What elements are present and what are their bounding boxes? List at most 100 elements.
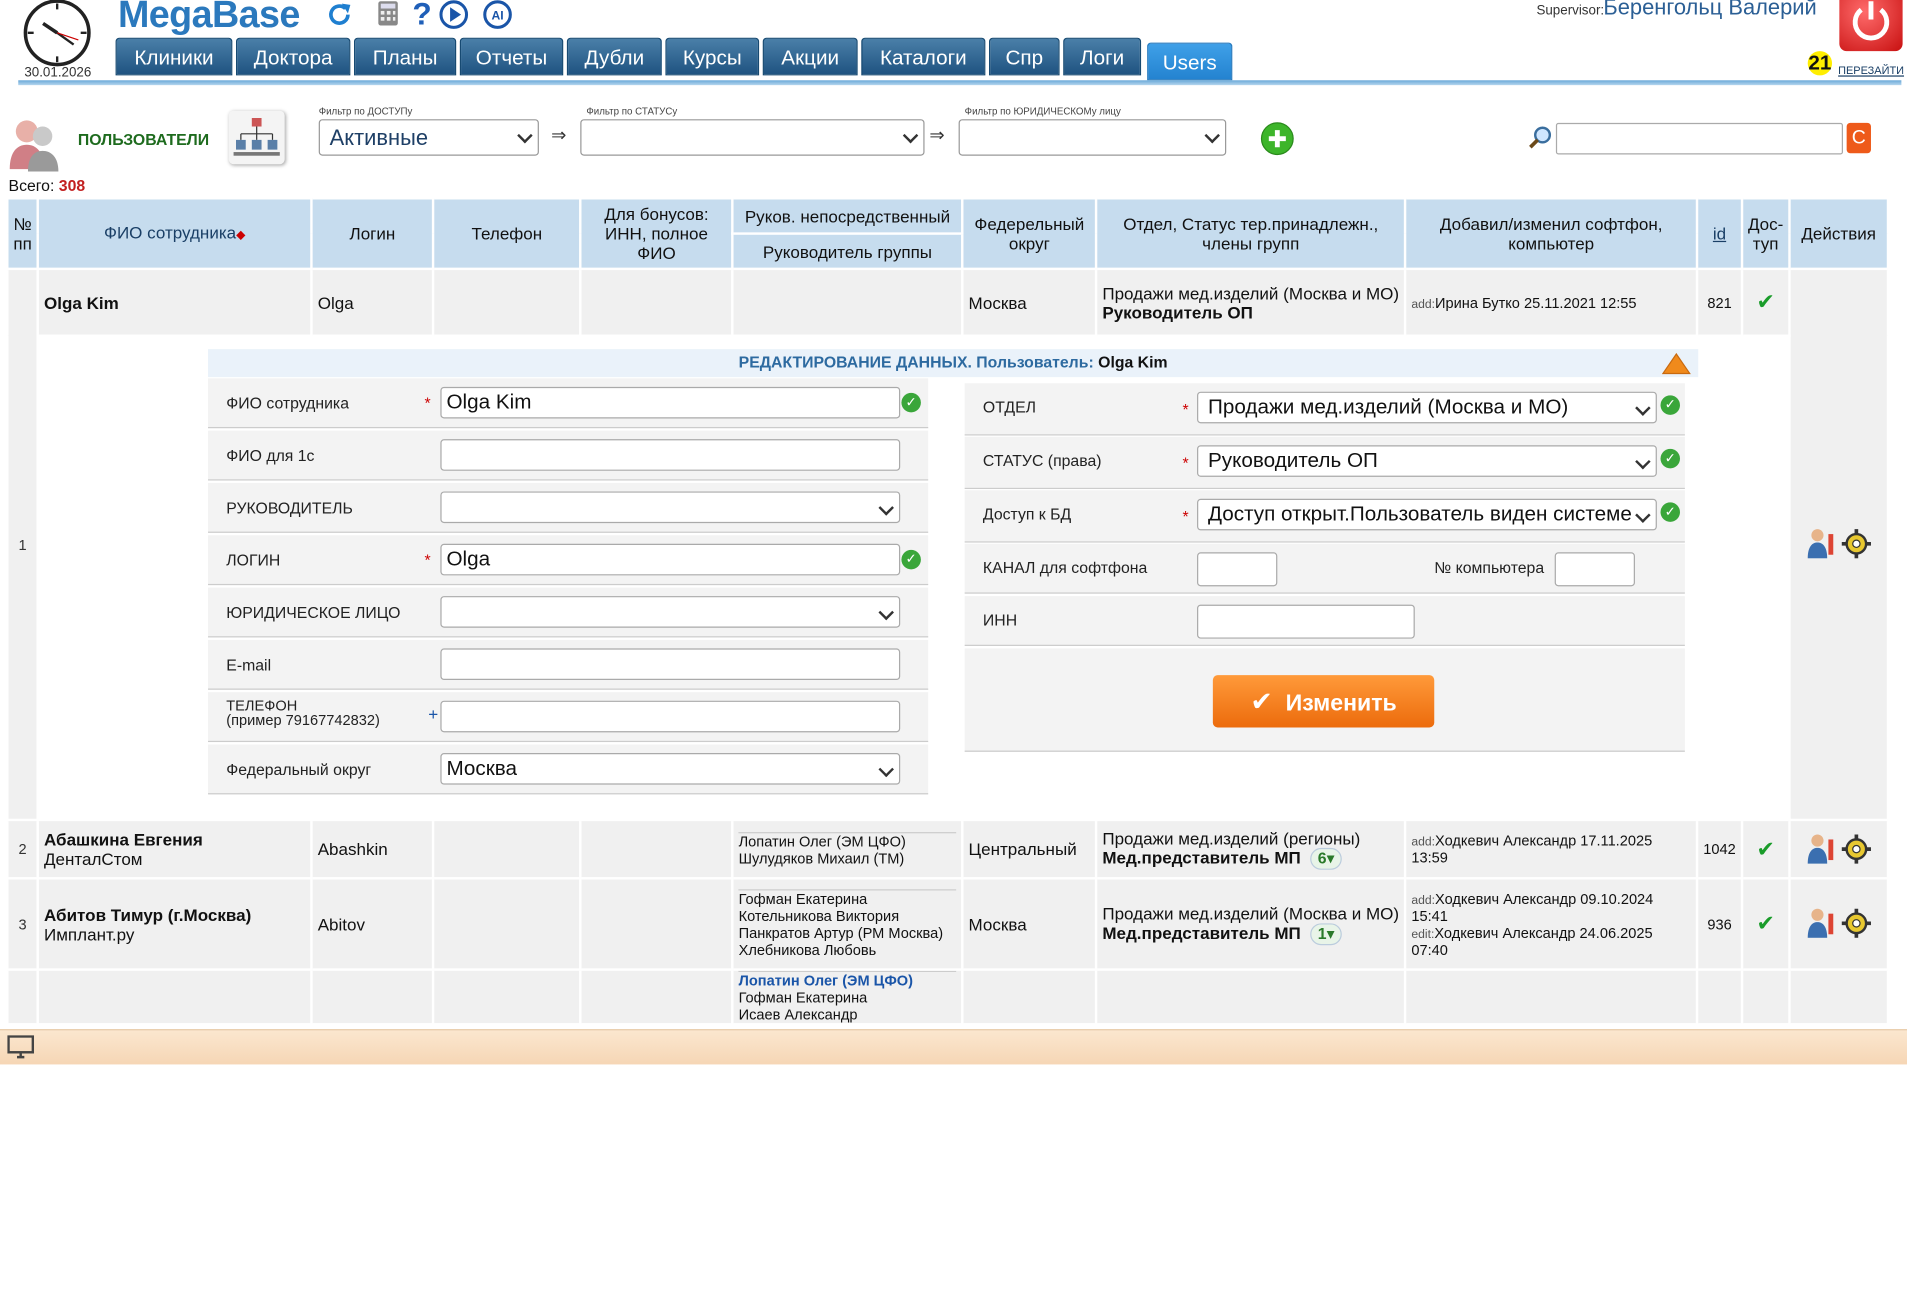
relogin-link[interactable]: ПЕРЕЗАЙТИ — [1838, 64, 1904, 76]
required-mark: * — [1182, 507, 1189, 526]
access-filter-select[interactable]: Активные — [318, 119, 539, 156]
org-chart-icon[interactable] — [228, 110, 285, 165]
field-select[interactable]: Руководитель ОП — [1197, 445, 1657, 477]
collapse-icon[interactable] — [1661, 352, 1691, 376]
save-button[interactable]: ✔ Изменить — [1212, 675, 1435, 728]
head-item: Гофман Екатерина — [738, 989, 868, 1007]
field-label: ТЕЛЕФОН (пример 79167742832) — [226, 697, 380, 729]
notification-badge[interactable]: 21 — [1807, 51, 1833, 76]
nav-tab[interactable]: Доктора — [236, 37, 351, 76]
total-count: Всего: 308 — [8, 176, 86, 195]
group-count-badge[interactable]: 6▾ — [1310, 847, 1342, 870]
legal-filter-select[interactable] — [958, 119, 1227, 156]
field-select[interactable]: Москва — [440, 753, 901, 785]
search-button[interactable]: C — [1846, 122, 1871, 154]
col-actions: Действия — [1788, 197, 1890, 271]
dept-name: Продажи мед.изделий (регионы) — [1102, 828, 1361, 848]
form-row: E-mail — [208, 639, 929, 690]
col-fio[interactable]: ФИО сотрудника◆ — [36, 197, 313, 271]
computer-input[interactable] — [1554, 552, 1635, 587]
nav-tab[interactable]: Клиники — [115, 37, 233, 76]
edit-panel-title: РЕДАКТИРОВАНИЕ ДАННЫХ. Пользователь: Olg… — [208, 349, 1699, 378]
id-cell — [1696, 968, 1744, 1026]
phone-cell — [432, 877, 582, 971]
field-input[interactable]: Olga — [440, 543, 901, 576]
form-row: ЮРИДИЧЕСКОЕ ЛИЦО — [208, 587, 929, 638]
nav-tab[interactable]: Отчеты — [459, 37, 564, 76]
added-cell — [1404, 968, 1699, 1026]
calculator-icon[interactable] — [377, 0, 399, 27]
power-icon[interactable] — [1839, 0, 1903, 52]
phone-cell — [432, 267, 582, 337]
chevron-down-icon — [1635, 400, 1651, 416]
settings-gear-icon[interactable] — [1841, 906, 1873, 938]
chevron-down-icon — [902, 127, 919, 144]
nav-tab[interactable]: Планы — [354, 37, 457, 76]
employee-company: ДенталСтом — [43, 849, 143, 869]
edit-user-icon[interactable] — [1805, 527, 1837, 559]
status-name: Мед.представитель МП 1▾ — [1102, 922, 1399, 945]
field-label: РУКОВОДИТЕЛЬ — [226, 498, 353, 518]
date-label: 30.01.2026 — [24, 65, 92, 81]
status-filter-select[interactable] — [580, 119, 925, 156]
field-input[interactable] — [440, 648, 901, 681]
computer-label: № компьютера — [1434, 558, 1545, 577]
nav-tab[interactable]: Акции — [762, 37, 858, 76]
monitor-icon[interactable] — [7, 1035, 35, 1059]
head-item: Лопатин Олег (ЭМ ЦФО) — [738, 970, 957, 989]
refresh-icon[interactable] — [325, 0, 354, 29]
chevron-down-icon — [517, 127, 533, 144]
edit-user-icon[interactable] — [1805, 831, 1837, 864]
edit-user-icon[interactable] — [1805, 906, 1837, 938]
table-row[interactable]: 1 Olga Kim Olga Москва Продажи мед.изделий (… — [6, 267, 1890, 822]
phone-cell — [432, 818, 582, 880]
table-row[interactable]: 3 Абитов Тимур (г.Москва) Имплант.ру Abitov… — [6, 877, 1890, 971]
svg-text:AI: AI — [491, 8, 503, 22]
field-select[interactable]: Продажи мед.изделий (Москва и МО) — [1197, 391, 1657, 424]
field-input[interactable] — [440, 439, 901, 471]
nav-tab[interactable]: Логи — [1063, 37, 1142, 76]
table-row[interactable]: 2 Абашкина Евгения ДенталСтом Abashkin Лопат… — [6, 818, 1890, 880]
ok-check-icon: ✓ — [1660, 395, 1680, 415]
table-row[interactable]: Лопатин Олег (ЭМ ЦФО) Гофман Екатерина Иса… — [6, 968, 1890, 1026]
add-user-icon[interactable] — [1260, 122, 1294, 156]
employee-name[interactable]: Olga Kim — [44, 293, 306, 312]
employee-name[interactable]: Абашкина Евгения — [44, 830, 306, 849]
row-num: 1 — [6, 267, 40, 822]
required-mark: * — [424, 551, 431, 570]
inn-input[interactable] — [1197, 604, 1415, 639]
row-num: 3 — [6, 877, 40, 971]
field-input[interactable] — [440, 700, 901, 733]
nav-tab[interactable]: Курсы — [665, 37, 760, 76]
bonus-cell — [579, 267, 734, 337]
arrow-icon: ⇒ — [551, 125, 567, 146]
phone-cell — [432, 968, 582, 1026]
channel-input[interactable] — [1197, 552, 1278, 587]
field-select[interactable] — [440, 596, 901, 628]
play-icon[interactable] — [439, 0, 469, 29]
heads-cell — [731, 267, 964, 337]
status-filter-label: Фильтр по СТАТУСу — [586, 105, 678, 117]
nav-tab[interactable]: Дубли — [566, 37, 662, 76]
ai-icon[interactable]: AI — [483, 0, 512, 29]
field-select[interactable] — [440, 491, 901, 524]
nav-tab[interactable]: Users — [1147, 42, 1233, 81]
nav-tab[interactable]: Каталоги — [861, 37, 986, 76]
actions-cell — [1788, 968, 1890, 1026]
employee-name[interactable]: Абитов Тимур (г.Москва) — [44, 904, 306, 923]
help-icon[interactable]: ? — [412, 0, 431, 33]
ok-check-icon: ✓ — [1660, 448, 1680, 469]
actions-cell — [1788, 818, 1890, 880]
settings-gear-icon[interactable] — [1841, 831, 1873, 864]
group-count-badge[interactable]: 1▾ — [1310, 922, 1342, 945]
form-row: Федеральный округ Москва — [208, 744, 929, 795]
settings-gear-icon[interactable] — [1841, 527, 1873, 559]
field-label: Федеральный округ — [226, 760, 372, 779]
nav-tab[interactable]: Спр — [989, 37, 1060, 76]
field-select[interactable]: Доступ открыт.Пользователь виден системе — [1197, 498, 1657, 531]
field-input[interactable]: Olga Kim — [440, 386, 901, 419]
heads-cell: Гофман Екатерина Котельникова Виктория Пан… — [731, 877, 964, 971]
search-input[interactable] — [1555, 122, 1843, 155]
field-label: ОТДЕЛ — [982, 397, 1037, 417]
col-id[interactable]: id — [1696, 197, 1744, 271]
